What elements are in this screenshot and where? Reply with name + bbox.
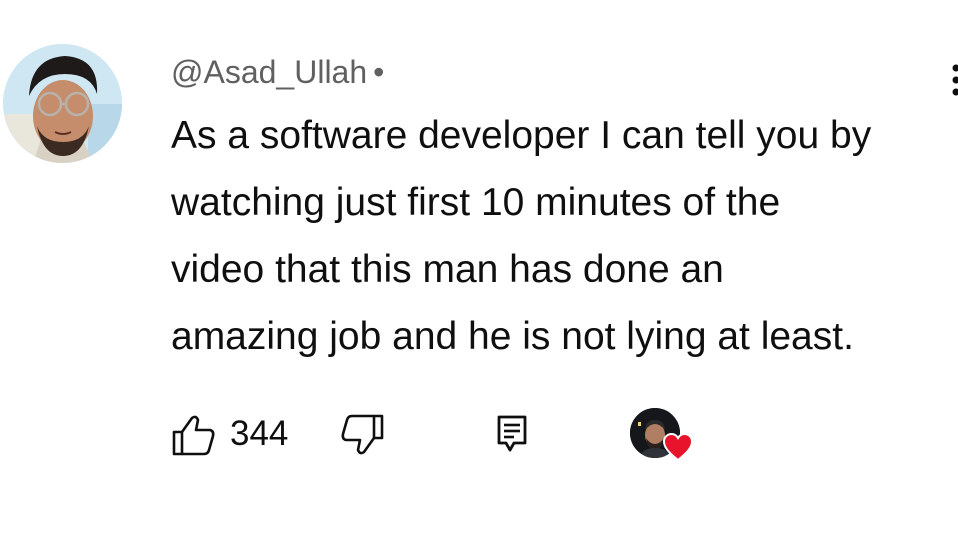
commenter-avatar[interactable] xyxy=(3,44,122,163)
heart-icon xyxy=(662,432,694,462)
comment-line: As a software developer I can tell you b… xyxy=(171,114,872,157)
like-count: 344 xyxy=(230,414,289,453)
thumbs-up-icon[interactable] xyxy=(170,412,216,458)
comment-line: video that this man has done an xyxy=(171,248,724,291)
avatar-image xyxy=(3,44,122,163)
comment-body: As a software developer I can tell you b… xyxy=(171,102,951,370)
reply-comment-icon[interactable] xyxy=(494,413,530,453)
thumbs-down-icon[interactable] xyxy=(340,412,386,458)
comment-header: @Asad_Ullah • xyxy=(171,52,384,92)
comment-actions: 344 xyxy=(0,400,958,470)
comment-line: amazing job and he is not lying at least… xyxy=(171,315,854,358)
author-handle[interactable]: @Asad_Ullah xyxy=(171,54,367,90)
vertical-ellipsis-icon[interactable] xyxy=(944,62,958,102)
comment-line: watching just first 10 minutes of the xyxy=(171,181,781,224)
separator-dot: • xyxy=(373,54,385,90)
